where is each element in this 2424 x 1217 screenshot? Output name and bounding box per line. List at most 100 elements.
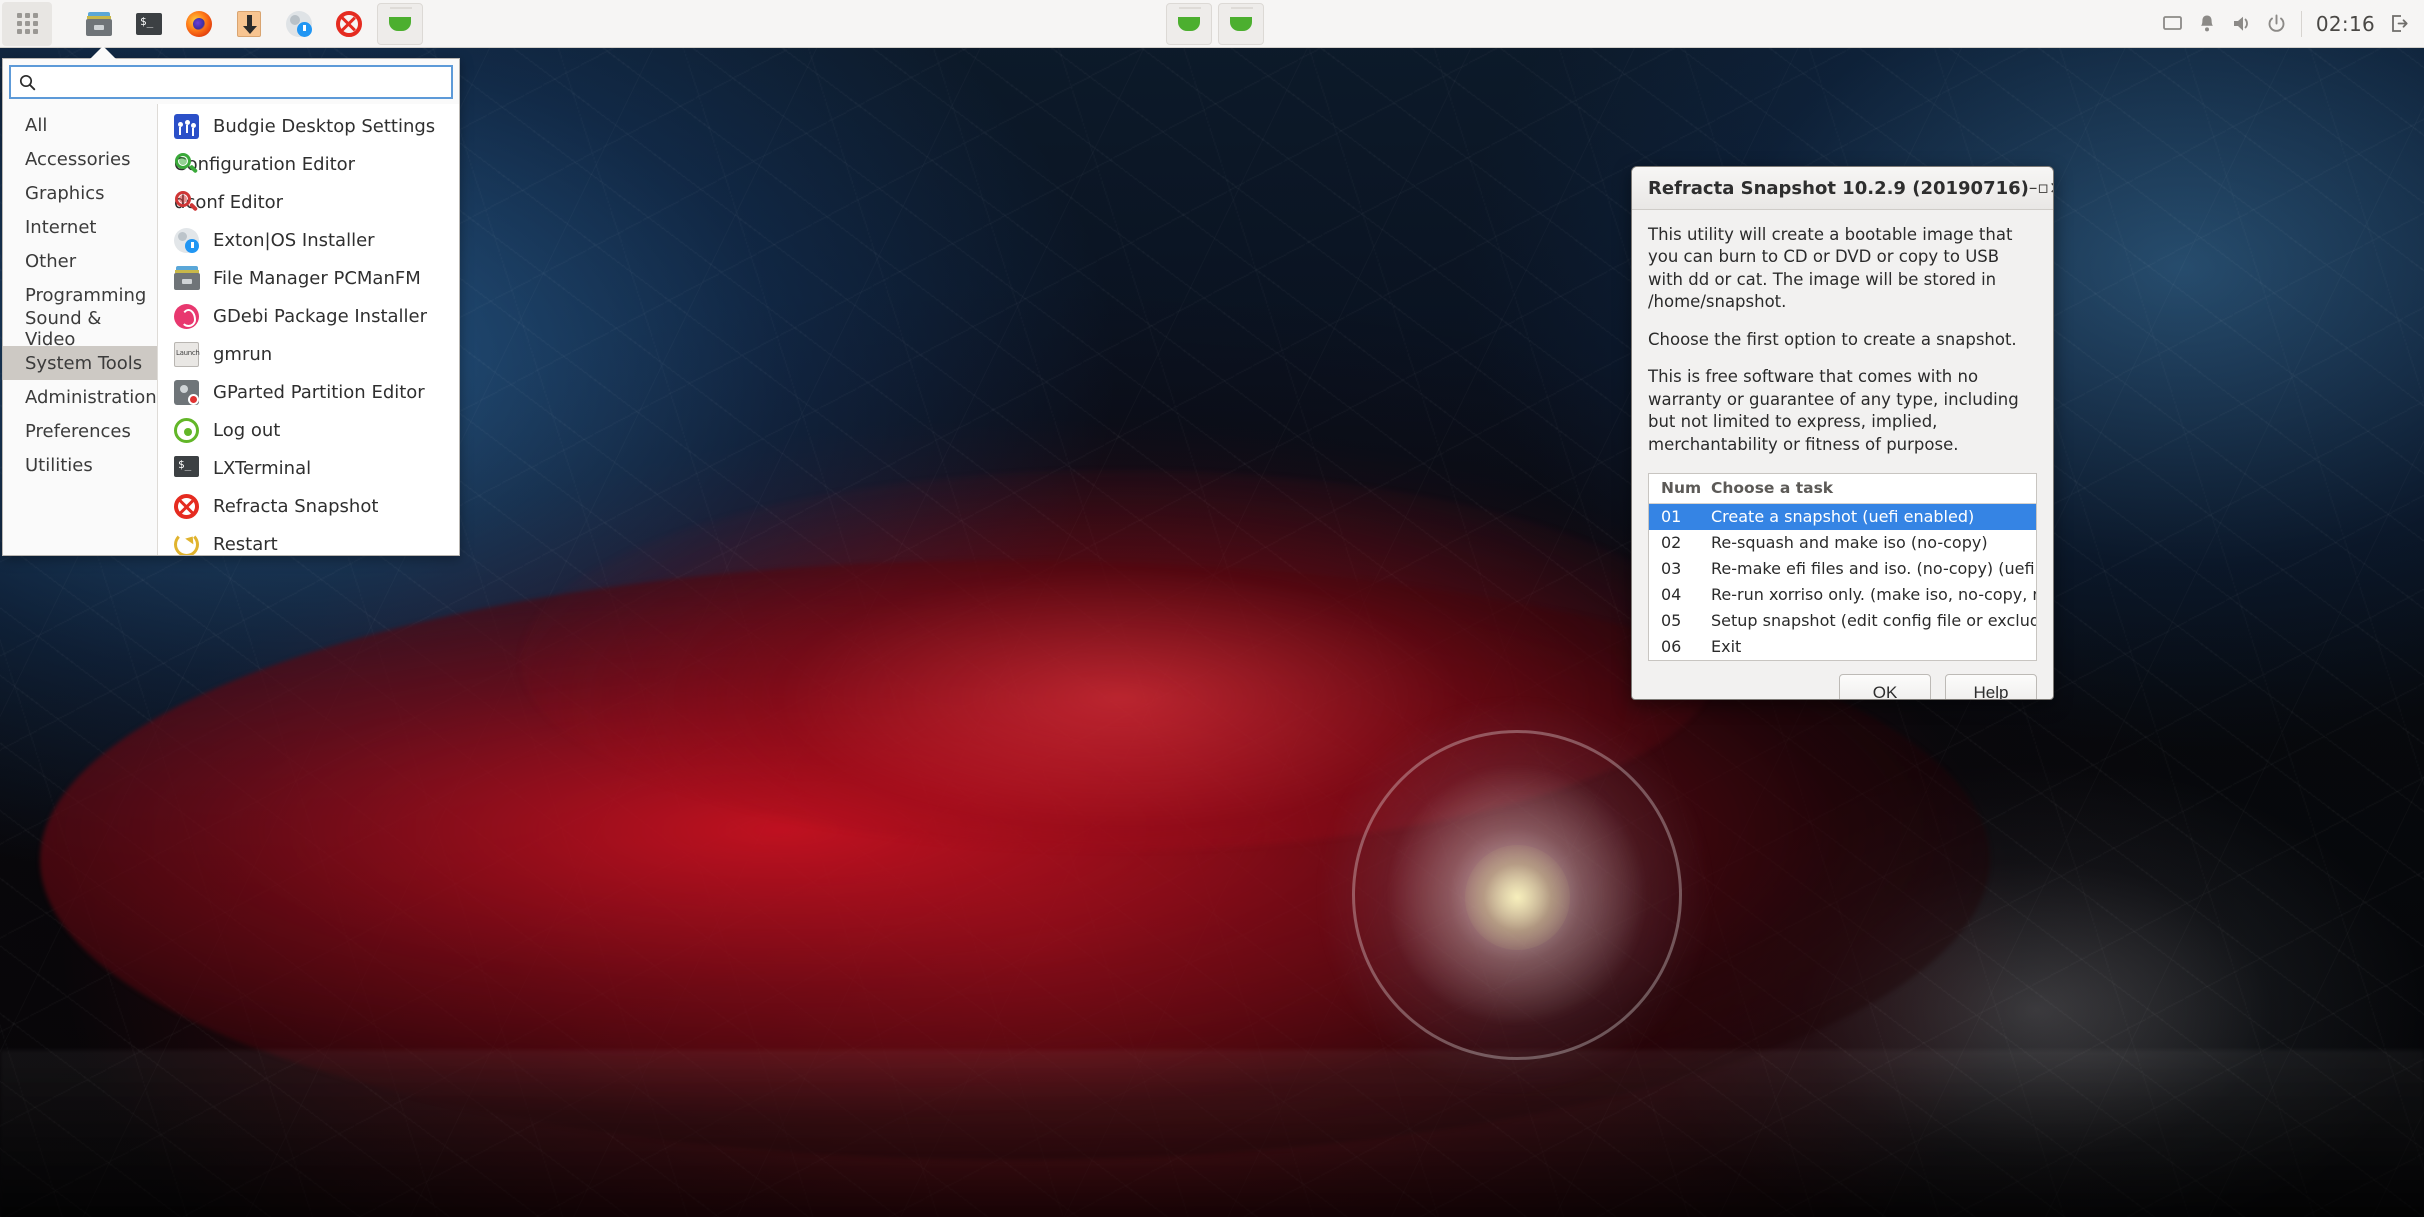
- menu-app-item[interactable]: LXTerminal: [158, 449, 459, 487]
- menu-category-other[interactable]: Other: [3, 244, 157, 278]
- taskbar-window-2[interactable]: [1218, 3, 1264, 45]
- task-label: Setup snapshot (edit config file or excl…: [1711, 611, 2036, 631]
- menu-app-item[interactable]: gmrun: [158, 335, 459, 373]
- menu-app-label: Refracta Snapshot: [213, 495, 379, 517]
- column-header-task: Choose a task: [1711, 478, 1834, 497]
- configuration-editor-icon: [174, 152, 199, 177]
- gdebi-icon: [174, 303, 199, 329]
- task-label: Re-squash and make iso (no-copy): [1711, 533, 1988, 553]
- dialog-body: This utility will create a bootable imag…: [1632, 210, 2053, 661]
- minimize-button[interactable]: –: [2029, 174, 2038, 202]
- clock[interactable]: 02:16: [2316, 12, 2375, 36]
- terminal-icon: [174, 455, 199, 481]
- taskbar-window-active[interactable]: [377, 2, 423, 45]
- menu-category-label: Administration: [25, 386, 157, 408]
- menu-app-item[interactable]: Restart: [158, 525, 459, 555]
- menu-app-item[interactable]: Log out: [158, 411, 459, 449]
- menu-category-label: Graphics: [25, 182, 105, 204]
- terminal-icon[interactable]: [126, 2, 172, 46]
- grid-dots: [16, 13, 38, 34]
- menu-category-label: Sound & Video: [25, 308, 102, 350]
- task-row[interactable]: 03 Re-make efi files and iso. (no-copy) (…: [1649, 556, 2036, 582]
- menu-category-administration[interactable]: Administration: [3, 380, 157, 414]
- menu-category-preferences[interactable]: Preferences: [3, 414, 157, 448]
- dconf-editor-icon: [174, 190, 199, 215]
- green-window-icon: [389, 16, 411, 31]
- task-num: 03: [1661, 559, 1682, 579]
- task-num: 05: [1661, 611, 1682, 631]
- menu-category-label: Programming: [25, 284, 147, 306]
- file-manager-icon: [174, 265, 200, 291]
- menu-app-label: Budgie Desktop Settings: [213, 115, 436, 137]
- menu-app-item[interactable]: dconf Editor: [158, 183, 459, 221]
- menu-category-graphics[interactable]: Graphics: [3, 176, 157, 210]
- task-row[interactable]: 06 Exit: [1649, 634, 2036, 660]
- menu-category-system-tools[interactable]: System Tools: [3, 346, 157, 380]
- menu-app-label: Exton|OS Installer: [213, 229, 375, 251]
- maximize-button[interactable]: ▫: [2037, 174, 2049, 202]
- power-icon[interactable]: [2266, 13, 2287, 34]
- menu-body: All Accessories Graphics Internet Other Progr…: [3, 104, 459, 555]
- ok-button[interactable]: OK: [1839, 673, 1931, 699]
- menu-app-list: Budgie Desktop Settings Configuration Edi…: [158, 104, 459, 555]
- task-label: Re-make efi files and iso. (no-copy) (ue…: [1711, 559, 2036, 579]
- file-manager-icon[interactable]: [76, 2, 122, 46]
- logout-icon[interactable]: [2389, 13, 2410, 34]
- task-table[interactable]: Num Choose a task 01 Create a snapshot (u…: [1648, 472, 2037, 661]
- task-row[interactable]: 01 Create a snapshot (uefi enabled): [1649, 503, 2036, 530]
- menu-app-item[interactable]: Refracta Snapshot: [158, 487, 459, 525]
- taskbar-window-1[interactable]: [1166, 3, 1212, 45]
- menu-category-label: All: [25, 114, 48, 136]
- download-icon[interactable]: [226, 2, 272, 46]
- refracta-snapshot-icon[interactable]: [326, 2, 372, 46]
- task-label: Re-run xorriso only. (make iso, no-copy,…: [1711, 585, 2036, 605]
- menu-category-label: Preferences: [25, 420, 131, 442]
- menu-category-accessories[interactable]: Accessories: [3, 142, 157, 176]
- menu-category-all[interactable]: All: [3, 108, 157, 142]
- menu-category-label: Utilities: [25, 454, 93, 476]
- window-list: [1163, 3, 1267, 45]
- gparted-icon: [174, 379, 199, 405]
- tray-divider: [2300, 10, 2302, 37]
- wallpaper-wheel-ring: [1352, 730, 1682, 1060]
- wallpaper-wheel-hub: [1465, 845, 1570, 950]
- search-input[interactable]: [44, 71, 443, 93]
- volume-icon[interactable]: [2231, 13, 2252, 34]
- budgie-settings-icon: [174, 113, 199, 139]
- display-icon[interactable]: [2162, 13, 2183, 34]
- menu-app-item[interactable]: File Manager PCManFM: [158, 259, 459, 297]
- gmrun-icon: [174, 341, 200, 367]
- menu-app-label: GDebi Package Installer: [213, 305, 428, 327]
- menu-app-label: File Manager PCManFM: [213, 267, 421, 289]
- exton-installer-icon[interactable]: [276, 2, 322, 46]
- menu-pointer-arrow: [90, 46, 116, 59]
- menu-category-internet[interactable]: Internet: [3, 210, 157, 244]
- exton-installer-icon: [174, 227, 199, 253]
- search-box[interactable]: [9, 65, 453, 99]
- wallpaper-wheel-glow: [1300, 680, 1730, 1110]
- wallpaper-ground-sheen: [0, 1050, 2424, 1217]
- task-label: Create a snapshot (uefi enabled): [1711, 507, 1975, 527]
- task-row[interactable]: 05 Setup snapshot (edit config file or ex…: [1649, 608, 2036, 634]
- menu-category-programming[interactable]: Programming: [3, 278, 157, 312]
- search-icon: [19, 74, 36, 91]
- menu-category-utilities[interactable]: Utilities: [3, 448, 157, 482]
- task-row[interactable]: 04 Re-run xorriso only. (make iso, no-cop…: [1649, 582, 2036, 608]
- menu-app-item[interactable]: GDebi Package Installer: [158, 297, 459, 335]
- application-menu: All Accessories Graphics Internet Other Progr…: [2, 58, 460, 556]
- help-button[interactable]: Help: [1945, 673, 2037, 699]
- menu-app-item[interactable]: GParted Partition Editor: [158, 373, 459, 411]
- close-button[interactable]: ×: [2049, 174, 2053, 202]
- menu-app-item[interactable]: Exton|OS Installer: [158, 221, 459, 259]
- menu-app-item[interactable]: Configuration Editor: [158, 145, 459, 183]
- menu-app-item[interactable]: Budgie Desktop Settings: [158, 107, 459, 145]
- applications-grid-icon[interactable]: [2, 1, 52, 46]
- task-row[interactable]: 02 Re-squash and make iso (no-copy): [1649, 530, 2036, 556]
- firefox-icon[interactable]: [176, 2, 222, 46]
- dialog-titlebar[interactable]: Refracta Snapshot 10.2.9 (20190716) – ▫ …: [1632, 167, 2053, 210]
- dialog-footer: OK Help: [1632, 661, 2053, 699]
- menu-category-sound-video[interactable]: Sound & Video: [3, 308, 157, 350]
- bell-icon[interactable]: [2197, 13, 2217, 34]
- menu-category-label: Other: [25, 250, 77, 272]
- task-num: 02: [1661, 533, 1682, 553]
